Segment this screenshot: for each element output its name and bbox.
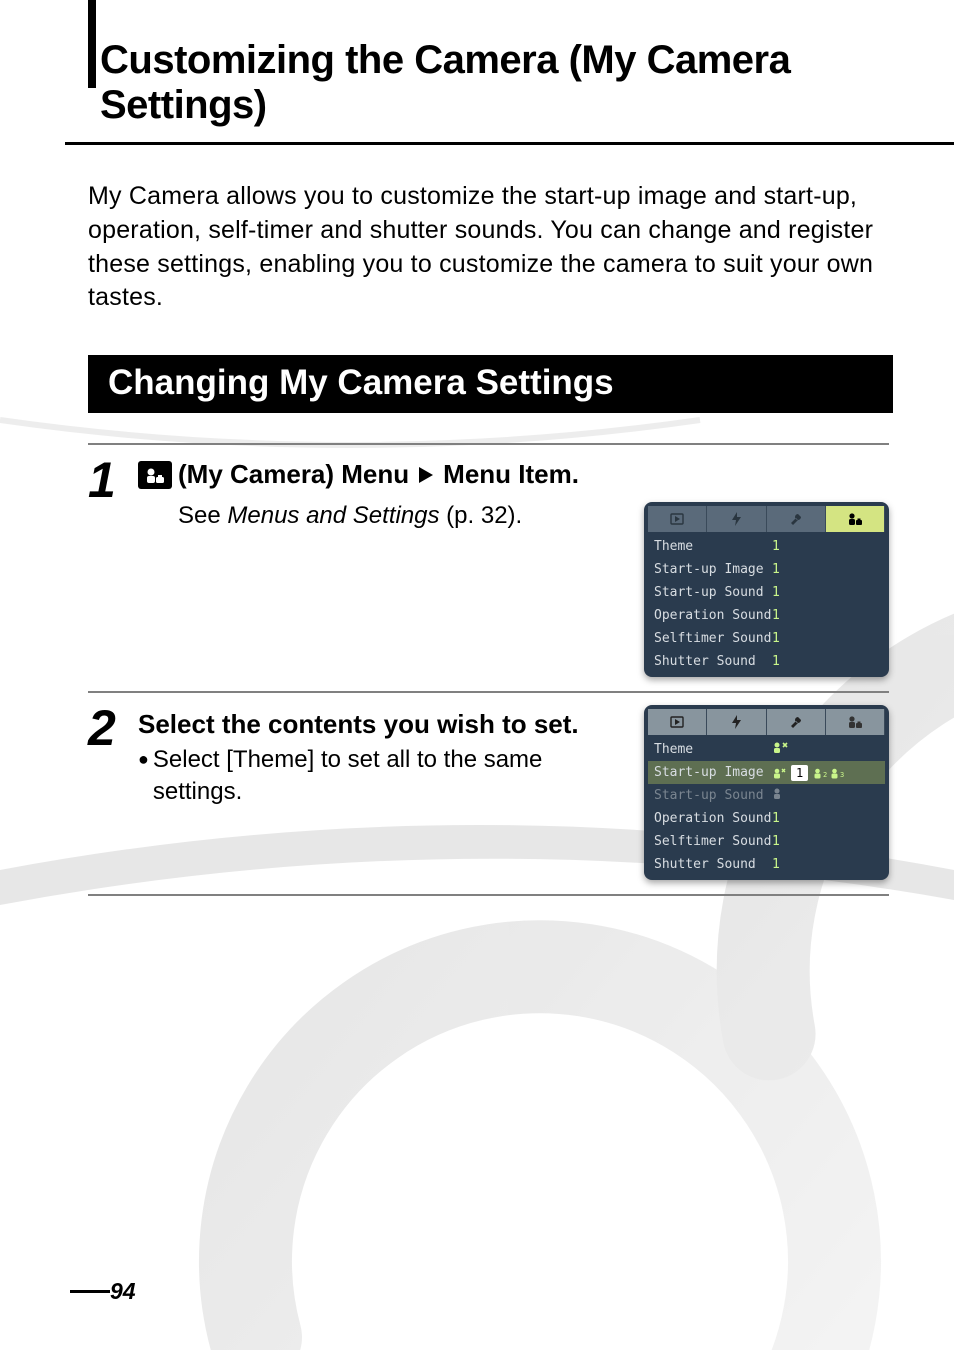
row-value-options: 1 2 3 xyxy=(772,765,844,781)
row-label: Operation Sound xyxy=(654,811,772,826)
bullet-text: Select [Theme] to set all to the same se… xyxy=(153,744,622,809)
step-1: 1 (My Camera) Menu Menu Item. See Menu xyxy=(88,445,889,691)
tab-flash-icon xyxy=(707,506,766,532)
row-value: 1 xyxy=(772,811,885,826)
row-value: 1 xyxy=(772,857,885,872)
screen-row: Shutter Sound1 xyxy=(648,650,885,673)
section-heading: Changing My Camera Settings xyxy=(88,355,893,413)
see-reference: See Menus and Settings (p. 32). xyxy=(138,500,622,532)
screen-tabs xyxy=(648,506,885,532)
heading-text-2: Menu Item. xyxy=(443,459,579,490)
camera-screen-1: Theme1 Start-up Image1 Start-up Sound1 O… xyxy=(644,502,889,677)
row-label: Selftimer Sound xyxy=(654,834,772,849)
tab-play-icon xyxy=(648,709,707,735)
tab-my-camera-icon xyxy=(826,709,885,735)
row-label: Selftimer Sound xyxy=(654,631,772,646)
row-value: 1 xyxy=(772,654,885,669)
row-label: Theme xyxy=(654,539,772,554)
svg-text:2: 2 xyxy=(823,771,827,779)
row-label: Operation Sound xyxy=(654,608,772,623)
row-label: Shutter Sound xyxy=(654,857,772,872)
tab-tools-icon xyxy=(767,709,826,735)
row-value-icon xyxy=(772,787,885,804)
screen-row: Theme1 xyxy=(648,535,885,558)
step-heading: Select the contents you wish to set. xyxy=(138,703,622,742)
row-value: 1 xyxy=(772,562,885,577)
screen-tabs xyxy=(648,709,885,735)
screen-row-highlight: Start-up Image 1 2 3 xyxy=(648,761,885,784)
row-value: 1 xyxy=(772,539,885,554)
tab-flash-icon xyxy=(707,709,766,735)
screen-row: Operation Sound1 xyxy=(648,807,885,830)
step-heading: (My Camera) Menu Menu Item. xyxy=(138,451,889,490)
row-label: Shutter Sound xyxy=(654,654,772,669)
see-suffix: (p. 32). xyxy=(440,502,523,529)
screen-row: Start-up Sound xyxy=(648,784,885,807)
page-title: Customizing the Camera (My Camera Settin… xyxy=(100,38,889,128)
screen-rows: Theme1 Start-up Image1 Start-up Sound1 O… xyxy=(648,535,885,673)
svg-text:3: 3 xyxy=(840,771,844,779)
screen-row: Operation Sound1 xyxy=(648,604,885,627)
screen-row: Selftimer Sound1 xyxy=(648,830,885,853)
row-value: 1 xyxy=(772,608,885,623)
screen-rows: Theme Start-up Image 1 2 3 xyxy=(648,738,885,876)
camera-screen-2: Theme Start-up Image 1 2 3 xyxy=(644,705,889,880)
see-prefix: See xyxy=(178,502,227,529)
steps-container: 1 (My Camera) Menu Menu Item. See Menu xyxy=(88,443,889,896)
row-value-icon xyxy=(772,741,885,758)
page-number: 94 xyxy=(110,1278,136,1305)
screen-row: Shutter Sound1 xyxy=(648,853,885,876)
row-value: 1 xyxy=(772,834,885,849)
see-italic: Menus and Settings xyxy=(227,502,439,529)
tab-my-camera-icon xyxy=(826,506,885,532)
tab-tools-icon xyxy=(767,506,826,532)
title-rule xyxy=(65,142,954,145)
step-number: 1 xyxy=(88,451,136,677)
intro-paragraph: My Camera allows you to customize the st… xyxy=(88,180,889,315)
my-camera-icon xyxy=(138,461,172,489)
row-label: Start-up Sound xyxy=(654,585,772,600)
row-value: 1 xyxy=(772,631,885,646)
screen-row: Start-up Image1 xyxy=(648,558,885,581)
row-label: Start-up Image xyxy=(654,562,772,577)
row-label: Start-up Sound xyxy=(654,788,772,803)
heading-text-1: (My Camera) Menu xyxy=(178,459,409,490)
bullet-item: ● Select [Theme] to set all to the same … xyxy=(138,744,622,809)
screen-row: Theme xyxy=(648,738,885,761)
page-number-area: 94 xyxy=(70,1278,136,1305)
row-chip: 1 xyxy=(791,765,808,781)
bullet-icon: ● xyxy=(138,744,153,809)
step-2: 2 Select the contents you wish to set. ●… xyxy=(88,691,889,894)
screen-row: Selftimer Sound1 xyxy=(648,627,885,650)
row-label: Theme xyxy=(654,742,772,757)
right-arrow-icon xyxy=(415,464,437,486)
page-number-bar xyxy=(70,1290,110,1293)
tab-play-icon xyxy=(648,506,707,532)
step-number: 2 xyxy=(88,699,136,880)
row-value: 1 xyxy=(772,585,885,600)
screen-row: Start-up Sound1 xyxy=(648,581,885,604)
row-label: Start-up Image xyxy=(654,765,772,780)
